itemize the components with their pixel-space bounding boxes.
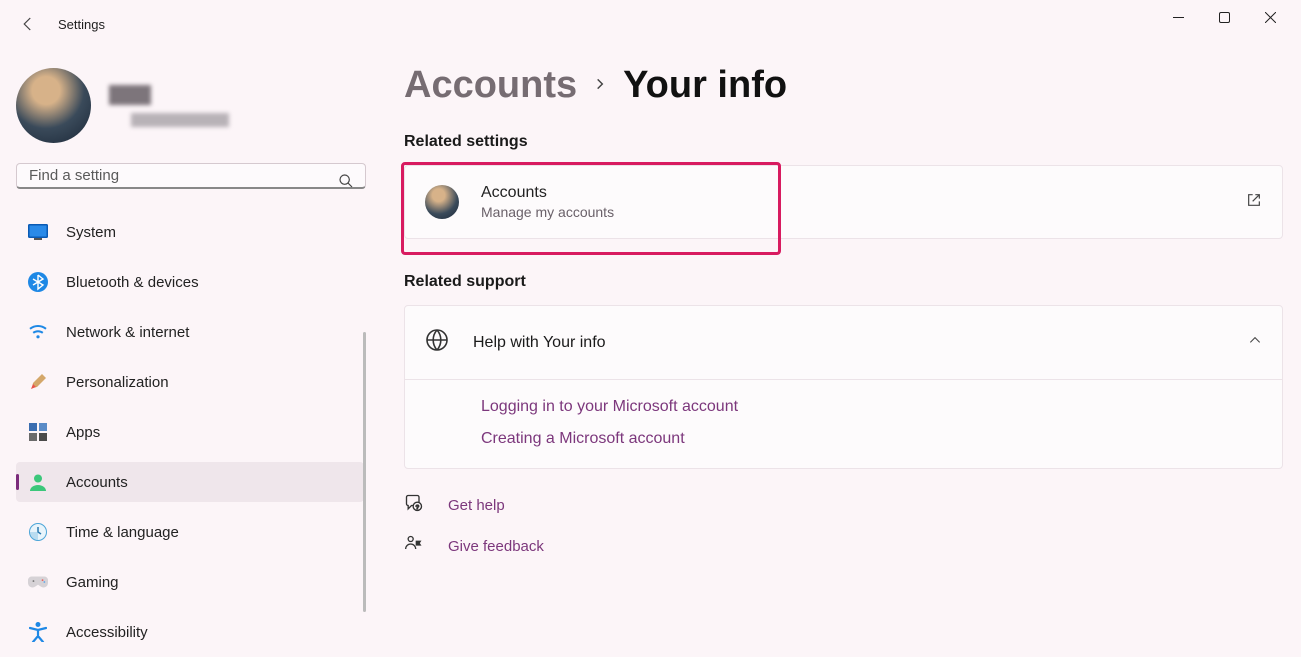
card-subtitle: Manage my accounts	[481, 204, 614, 220]
related-support-title: Related support	[404, 273, 1283, 291]
footer-links: ? Get help Give feedback	[404, 493, 1283, 559]
sidebar-item-label: System	[66, 224, 116, 241]
titlebar: Settings	[0, 0, 1301, 48]
chevron-up-icon	[1248, 333, 1262, 352]
profile-block[interactable]	[16, 60, 372, 163]
get-help-label: Get help	[448, 497, 505, 514]
get-help-link[interactable]: ? Get help	[404, 493, 1283, 518]
breadcrumb-current: Your info	[623, 64, 787, 107]
profile-info	[109, 85, 229, 127]
related-settings-title: Related settings	[404, 133, 1283, 151]
help-link-create[interactable]: Creating a Microsoft account	[481, 430, 1262, 448]
minimize-button[interactable]	[1155, 1, 1201, 33]
sidebar-item-label: Bluetooth & devices	[66, 274, 199, 291]
avatar	[16, 68, 91, 143]
arrow-left-icon	[19, 15, 37, 33]
profile-name-redacted	[109, 85, 151, 105]
close-button[interactable]	[1247, 1, 1293, 33]
person-icon	[28, 472, 48, 492]
sidebar-item-system[interactable]: System	[16, 212, 364, 252]
sidebar-item-label: Network & internet	[66, 324, 189, 341]
help-card: Help with Your info Logging in to your M…	[404, 305, 1283, 469]
maximize-button[interactable]	[1201, 1, 1247, 33]
system-icon	[28, 222, 48, 242]
sidebar-item-label: Accessibility	[66, 624, 148, 641]
sidebar: System Bluetooth & devices Network & int…	[0, 48, 372, 657]
paintbrush-icon	[28, 372, 48, 392]
window-title: Settings	[58, 17, 105, 32]
sidebar-item-time[interactable]: Time & language	[16, 512, 364, 552]
sidebar-item-apps[interactable]: Apps	[16, 412, 364, 452]
sidebar-item-gaming[interactable]: Gaming	[16, 562, 364, 602]
sidebar-item-label: Time & language	[66, 524, 179, 541]
feedback-label: Give feedback	[448, 538, 544, 555]
window-controls	[1155, 15, 1293, 33]
help-body: Logging in to your Microsoft account Cre…	[405, 380, 1282, 468]
give-feedback-link[interactable]: Give feedback	[404, 534, 1283, 559]
minimize-icon	[1173, 12, 1184, 23]
help-card-header[interactable]: Help with Your info	[405, 306, 1282, 380]
sidebar-item-accounts[interactable]: Accounts	[16, 462, 364, 502]
main-content: Accounts Your info Related settings Acco…	[372, 48, 1301, 657]
accounts-card[interactable]: Accounts Manage my accounts	[404, 165, 1283, 239]
sidebar-item-label: Apps	[66, 424, 100, 441]
profile-email-redacted	[131, 113, 229, 127]
help-link-login[interactable]: Logging in to your Microsoft account	[481, 398, 1262, 416]
help-title: Help with Your info	[473, 334, 606, 352]
breadcrumb-parent[interactable]: Accounts	[404, 64, 577, 107]
card-title: Accounts	[481, 184, 614, 202]
nav: System Bluetooth & devices Network & int…	[16, 207, 364, 657]
help-chat-icon: ?	[404, 493, 424, 518]
accessibility-icon	[28, 622, 48, 642]
clock-icon	[28, 522, 48, 542]
search-container	[16, 163, 366, 189]
close-icon	[1265, 12, 1276, 23]
wifi-icon	[28, 322, 48, 342]
feedback-icon	[404, 534, 424, 559]
sidebar-item-accessibility[interactable]: Accessibility	[16, 612, 364, 652]
sidebar-item-label: Gaming	[66, 574, 119, 591]
gamepad-icon	[28, 572, 48, 592]
search-input[interactable]	[16, 163, 366, 189]
external-link-icon	[1246, 192, 1262, 213]
apps-icon	[28, 422, 48, 442]
sidebar-item-personalization[interactable]: Personalization	[16, 362, 364, 402]
bluetooth-icon	[28, 272, 48, 292]
avatar-small	[425, 185, 459, 219]
maximize-icon	[1219, 12, 1230, 23]
back-button[interactable]	[8, 4, 48, 44]
globe-icon	[425, 328, 449, 357]
sidebar-item-label: Personalization	[66, 374, 169, 391]
chevron-right-icon	[593, 74, 607, 97]
search-icon	[338, 173, 354, 194]
sidebar-item-network[interactable]: Network & internet	[16, 312, 364, 352]
breadcrumb: Accounts Your info	[404, 64, 1283, 107]
sidebar-item-label: Accounts	[66, 474, 128, 491]
scrollbar[interactable]	[363, 332, 366, 612]
sidebar-item-bluetooth[interactable]: Bluetooth & devices	[16, 262, 364, 302]
